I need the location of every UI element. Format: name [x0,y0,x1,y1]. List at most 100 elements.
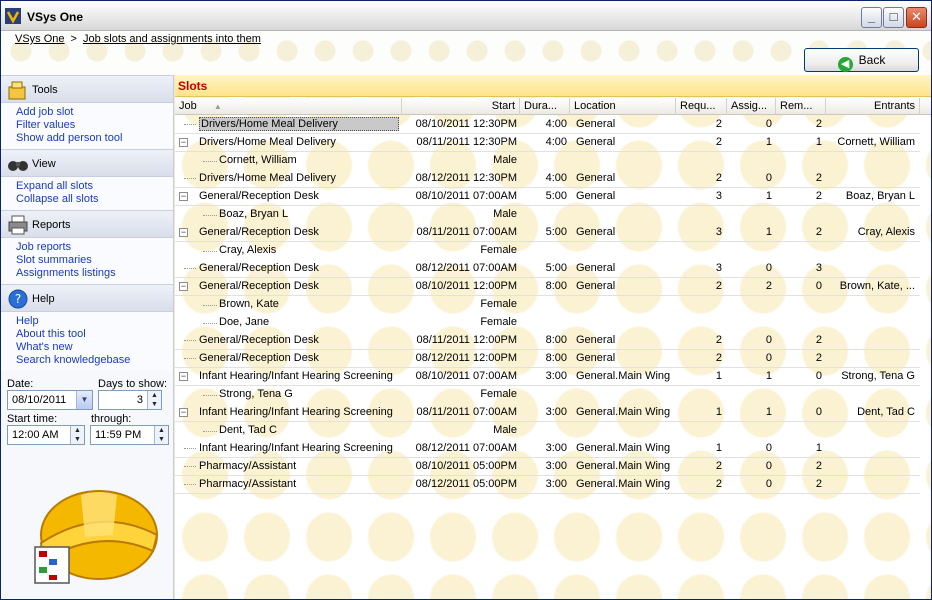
start-cell: 08/10/2011 12:30PM [415,118,517,130]
column-header-remaining[interactable]: Rem... [776,98,826,115]
sidebar-link-what-s-new[interactable]: What's new [16,341,173,354]
column-header-required[interactable]: Requ... [676,98,727,115]
sidebar-link-show-add-person-tool[interactable]: Show add person tool [16,132,173,145]
maximize-button[interactable]: □ [883,7,904,28]
minimize-button[interactable]: _ [861,7,882,28]
section-links: Job reports Slot summaries Assignments lis… [1,238,173,284]
remaining-cell: 2 [815,334,822,346]
assignee-row[interactable]: Cornett, William Male [175,152,920,170]
section-header-help[interactable]: ? Help [1,284,173,312]
slot-row[interactable]: − General/Reception Desk 08/10/2011 07:00A… [175,188,920,206]
remaining-cell: 1 [815,136,822,148]
spin-arrows-icon[interactable]: ▲ ▼ [70,426,84,444]
required-cell: 2 [715,478,722,490]
column-header-entrants[interactable]: Entrants [826,98,920,115]
sidebar-link-search-knowledgebase[interactable]: Search knowledgebase [16,354,173,367]
start-cell: 08/10/2011 07:00AM [415,370,517,382]
start-time-stepper[interactable]: 12:00 AM ▲ ▼ [7,425,85,445]
breadcrumb-home-link[interactable]: VSys One [15,33,65,45]
date-value: 08/10/2011 [12,394,67,406]
collapse-toggle-icon[interactable]: − [179,282,188,291]
section-title: Reports [32,219,71,231]
collapse-toggle-icon[interactable]: − [179,228,188,237]
assigned-cell: 0 [765,334,772,346]
start-cell: 08/11/2011 07:00AM [416,406,517,418]
slot-row[interactable]: − Infant Hearing/Infant Hearing Screening… [175,368,920,386]
assignee-row[interactable]: Strong, Tena G Female [175,386,920,404]
slot-row[interactable]: − Infant Hearing/Infant Hearing Screening… [175,404,920,422]
column-header-job[interactable]: Job ▲ [175,98,402,115]
slot-row[interactable]: Drivers/Home Meal Delivery 08/12/2011 12:… [175,170,920,188]
end-time-stepper[interactable]: 11:59 PM ▲ ▼ [90,425,169,445]
remaining-cell: 2 [815,478,822,490]
close-button[interactable]: ✕ [906,7,927,28]
slot-row[interactable]: Infant Hearing/Infant Hearing Screening 0… [175,440,920,458]
required-cell: 2 [715,334,722,346]
job-name-cell: General/Reception Desk [199,334,319,346]
date-controls: Date: Days to show: 08/10/2011 ▼ 3 ▲ ▼ St… [1,375,173,465]
window-title: VSys One [27,10,84,24]
slot-row[interactable]: Drivers/Home Meal Delivery 08/10/2011 12:… [175,116,920,134]
assigned-cell: 2 [765,280,772,292]
slot-row[interactable]: − Drivers/Home Meal Delivery 08/11/2011 12… [175,134,920,152]
entrants-cell: Boaz, Bryan L [845,190,915,202]
app-window: VSys One _ □ ✕ VSys One > Job slots and as… [0,0,932,600]
slot-row[interactable]: − General/Reception Desk 08/11/2011 07:00A… [175,224,920,242]
assignee-row[interactable]: Dent, Tad C Male [175,422,920,440]
slot-row[interactable]: General/Reception Desk 08/12/2011 12:00PM… [175,350,920,368]
assignee-row[interactable]: Brown, Kate Female [175,296,920,314]
chevron-down-icon[interactable]: ▼ [76,391,92,409]
duration-cell: 8:00 [545,352,567,364]
slot-row[interactable]: − General/Reception Desk 08/10/2011 12:00P… [175,278,920,296]
back-button[interactable]: ◀ Back [804,48,919,72]
start-time-value: 12:00 AM [12,429,59,441]
duration-cell: 5:00 [545,262,567,274]
gender-cell: Female [480,298,517,310]
assignee-row[interactable]: Cray, Alexis Female [175,242,920,260]
spin-arrows-icon[interactable]: ▲ ▼ [154,426,168,444]
collapse-toggle-icon[interactable]: − [179,192,188,201]
column-header-location[interactable]: Location [570,98,676,115]
entrants-cell: Cornett, William [837,136,915,148]
sidebar-link-expand-all-slots[interactable]: Expand all slots [16,180,173,193]
collapse-toggle-icon[interactable]: − [179,372,188,381]
sidebar-link-filter-values[interactable]: Filter values [16,119,173,132]
spin-arrows-icon[interactable]: ▲ ▼ [147,391,161,409]
entrants-cell: Cray, Alexis [857,226,915,238]
section-header-view[interactable]: View [1,149,173,177]
tree-line [203,251,217,252]
sidebar-link-slot-summaries[interactable]: Slot summaries [16,254,173,267]
column-header-duration[interactable]: Dura... [520,98,570,115]
assignee-row[interactable]: Boaz, Bryan L Male [175,206,920,224]
required-cell: 1 [715,370,722,382]
sidebar-link-help[interactable]: Help [16,315,173,328]
remaining-cell: 3 [815,262,822,274]
required-cell: 2 [715,352,722,364]
assignee-row[interactable]: Doe, Jane Female [175,314,920,332]
days-stepper[interactable]: 3 ▲ ▼ [98,390,162,410]
column-header-start[interactable]: Start [402,98,520,115]
slot-row[interactable]: Pharmacy/Assistant 08/10/2011 05:00PM 3:00… [175,458,920,476]
remaining-cell: 2 [815,118,822,130]
sidebar-link-assignments-listings[interactable]: Assignments listings [16,267,173,280]
date-picker[interactable]: 08/10/2011 ▼ [7,390,93,410]
collapse-toggle-icon[interactable]: − [179,408,188,417]
column-header-assigned[interactable]: Assig... [727,98,776,115]
sidebar-link-job-reports[interactable]: Job reports [16,241,173,254]
slot-row[interactable]: General/Reception Desk 08/12/2011 07:00AM… [175,260,920,278]
collapse-toggle-icon[interactable]: − [179,138,188,147]
breadcrumb-current-link[interactable]: Job slots and assignments into them [83,33,261,45]
remaining-cell: 0 [815,280,822,292]
section-header-reports[interactable]: Reports [1,210,173,238]
tree-line [184,268,196,269]
slot-row[interactable]: Pharmacy/Assistant 08/12/2011 05:00PM 3:00… [175,476,920,494]
sidebar-link-about-this-tool[interactable]: About this tool [16,328,173,341]
section-header-tools[interactable]: Tools [1,75,173,103]
start-cell: 08/12/2011 07:00AM [415,262,517,274]
tree-line [203,215,217,216]
sidebar-link-add-job-slot[interactable]: Add job slot [16,106,173,119]
tools-icon [8,81,26,100]
slot-row[interactable]: General/Reception Desk 08/11/2011 12:00PM… [175,332,920,350]
section-links: Help About this tool What's new Search know… [1,312,173,371]
sidebar-link-collapse-all-slots[interactable]: Collapse all slots [16,193,173,206]
